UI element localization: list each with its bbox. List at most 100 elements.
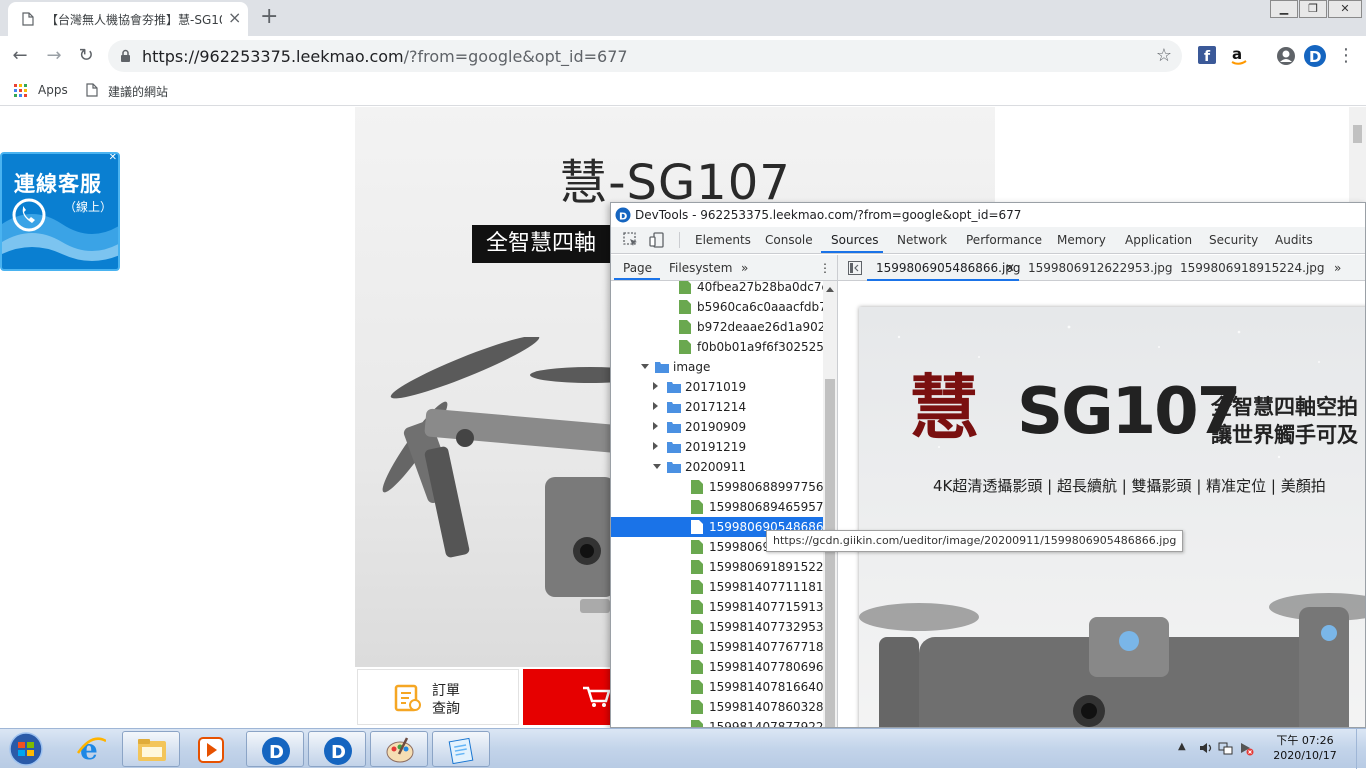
taskbar-clock[interactable]: 下午 07:26 2020/10/17: [1260, 733, 1350, 763]
navigator-more-icon[interactable]: »: [741, 261, 748, 275]
tree-file[interactable]: 1599814077329539.j: [611, 617, 823, 637]
paint-taskbar-button[interactable]: [370, 731, 428, 767]
tab-filesystem[interactable]: Filesystem: [669, 261, 732, 275]
editor-more-icon[interactable]: »: [1334, 261, 1341, 275]
tree-file[interactable]: 1599814077806968.j: [611, 657, 823, 677]
tree-folder[interactable]: image: [611, 357, 823, 377]
apps-grid-icon[interactable]: [14, 84, 28, 98]
tab-audits[interactable]: Audits: [1275, 233, 1313, 247]
expanded-arrow-icon[interactable]: [653, 464, 661, 469]
collapsed-arrow-icon[interactable]: [653, 422, 658, 430]
tree-file[interactable]: 1599814078779229.j: [611, 717, 823, 727]
toggle-navigator-icon[interactable]: [848, 261, 862, 275]
account-icon[interactable]: [1276, 46, 1296, 66]
tree-file[interactable]: b5960ca6c0aaacfdb7de: [611, 297, 823, 317]
notepad-taskbar-button[interactable]: [432, 731, 490, 767]
close-widget-icon[interactable]: ✕: [108, 154, 117, 163]
order-query-button[interactable]: 訂單 查詢: [357, 669, 519, 725]
navigator-scrollbar[interactable]: [823, 281, 837, 727]
tree-folder[interactable]: 20171019: [611, 377, 823, 397]
tree-folder[interactable]: 20171214: [611, 397, 823, 417]
preview-brand-quote: 慧: [909, 366, 979, 449]
collapsed-arrow-icon[interactable]: [653, 382, 658, 390]
explorer-taskbar-button[interactable]: [122, 731, 180, 767]
collapsed-arrow-icon[interactable]: [653, 442, 658, 450]
bookmark-star-icon[interactable]: ☆: [1156, 45, 1172, 66]
start-button[interactable]: [4, 731, 48, 767]
tree-file[interactable]: b972deaae26d1a902e4: [611, 317, 823, 337]
network-icon[interactable]: [1218, 740, 1234, 756]
source-tree[interactable]: 40fbea27b28ba0dc7c8 b5960ca6c0aaacfdb7de b…: [611, 281, 823, 727]
lock-icon[interactable]: [120, 49, 131, 63]
amazon-icon[interactable]: a: [1230, 46, 1250, 66]
scroll-up-arrow[interactable]: [826, 287, 834, 292]
tree-folder[interactable]: 20190909: [611, 417, 823, 437]
restore-button[interactable]: ❐: [1299, 0, 1327, 18]
browser-tab[interactable]: 【台灣無人機協會夯推】慧-SG107 ×: [8, 2, 248, 36]
cart-button[interactable]: [523, 669, 613, 725]
tree-folder[interactable]: 20200911: [611, 457, 823, 477]
tab-page[interactable]: Page: [623, 261, 652, 275]
cart-icon: [581, 685, 611, 709]
order-document-icon: [394, 684, 422, 714]
tree-item-label: 40fbea27b28ba0dc7c8: [697, 281, 823, 294]
tree-file[interactable]: 1599806894659572.j: [611, 497, 823, 517]
tab-title: 【台灣無人機協會夯推】慧-SG107: [46, 13, 222, 27]
editor-tab-active[interactable]: 1599806905486866.jpg: [876, 261, 1021, 275]
navigator-menu-kebab-icon[interactable]: ⋮: [819, 261, 831, 275]
address-bar[interactable]: https://962253375.leekmao.com/?from=goog…: [108, 40, 1182, 72]
tree-file[interactable]: 1599814077159132.j: [611, 597, 823, 617]
tree-folder[interactable]: 20191219: [611, 437, 823, 457]
tab-application[interactable]: Application: [1125, 233, 1192, 247]
tree-file[interactable]: 1599814078603286.j: [611, 697, 823, 717]
tree-file[interactable]: f0b0b01a9f6f30252590: [611, 337, 823, 357]
reload-button[interactable]: ↻: [74, 44, 98, 68]
tab-security[interactable]: Security: [1209, 233, 1258, 247]
tree-file[interactable]: 1599806889977564.j: [611, 477, 823, 497]
dcard-taskbar-button[interactable]: D: [246, 731, 304, 767]
collapsed-arrow-icon[interactable]: [653, 402, 658, 410]
close-editor-tab-icon[interactable]: ✕: [1005, 261, 1015, 275]
minimize-button[interactable]: ▁: [1270, 0, 1298, 18]
dcard-taskbar-button[interactable]: D: [308, 731, 366, 767]
show-hidden-icons[interactable]: ▲: [1178, 741, 1186, 752]
tree-file[interactable]: 1599814077111818.j: [611, 577, 823, 597]
bookmark-apps[interactable]: Apps: [38, 83, 68, 97]
forward-button[interactable]: →: [42, 44, 66, 68]
tree-item-label: 1599814078603286.j: [709, 700, 823, 714]
tree-file[interactable]: 1599814077677182.j: [611, 637, 823, 657]
device-toolbar-icon[interactable]: [649, 232, 665, 248]
svg-text:a: a: [1232, 46, 1242, 63]
show-desktop-button[interactable]: [1356, 729, 1366, 769]
page-scrollbar-thumb[interactable]: [1353, 125, 1362, 143]
tab-memory[interactable]: Memory: [1057, 233, 1106, 247]
navigator-scrollbar-thumb[interactable]: [825, 379, 835, 727]
volume-icon[interactable]: [1198, 740, 1214, 756]
svg-text:f: f: [1204, 49, 1211, 64]
editor-tab[interactable]: 1599806912622953.jpg: [1028, 261, 1173, 275]
editor-tab[interactable]: 1599806918915224.jpg: [1180, 261, 1325, 275]
action-center-icon[interactable]: [1238, 740, 1254, 756]
tab-console[interactable]: Console: [765, 233, 813, 247]
bookmark-suggested-sites[interactable]: 建議的網站: [108, 83, 168, 100]
inspect-element-icon[interactable]: [623, 232, 639, 248]
media-player-taskbar-button[interactable]: [182, 731, 240, 767]
menu-kebab-icon[interactable]: ⋮: [1334, 44, 1358, 68]
back-button[interactable]: ←: [8, 44, 32, 68]
tree-file[interactable]: 1599806918915224.j: [611, 557, 823, 577]
image-file-icon: [691, 520, 703, 534]
close-tab-icon[interactable]: ×: [228, 10, 241, 26]
tab-performance[interactable]: Performance: [966, 233, 1042, 247]
ie-taskbar-button[interactable]: e: [62, 731, 120, 767]
online-support-widget[interactable]: 連線客服 （線上） ✕: [0, 152, 120, 271]
expanded-arrow-icon[interactable]: [641, 364, 649, 369]
facebook-icon[interactable]: f: [1198, 46, 1218, 66]
tab-sources[interactable]: Sources: [831, 233, 878, 247]
tab-network[interactable]: Network: [897, 233, 947, 247]
close-window-button[interactable]: ✕: [1328, 0, 1362, 18]
tab-elements[interactable]: Elements: [695, 233, 751, 247]
dcard-extension-icon[interactable]: D: [1303, 44, 1327, 68]
tree-file[interactable]: 1599814078166401.j: [611, 677, 823, 697]
new-tab-button[interactable]: +: [260, 6, 278, 28]
tree-file[interactable]: 40fbea27b28ba0dc7c8: [611, 281, 823, 297]
